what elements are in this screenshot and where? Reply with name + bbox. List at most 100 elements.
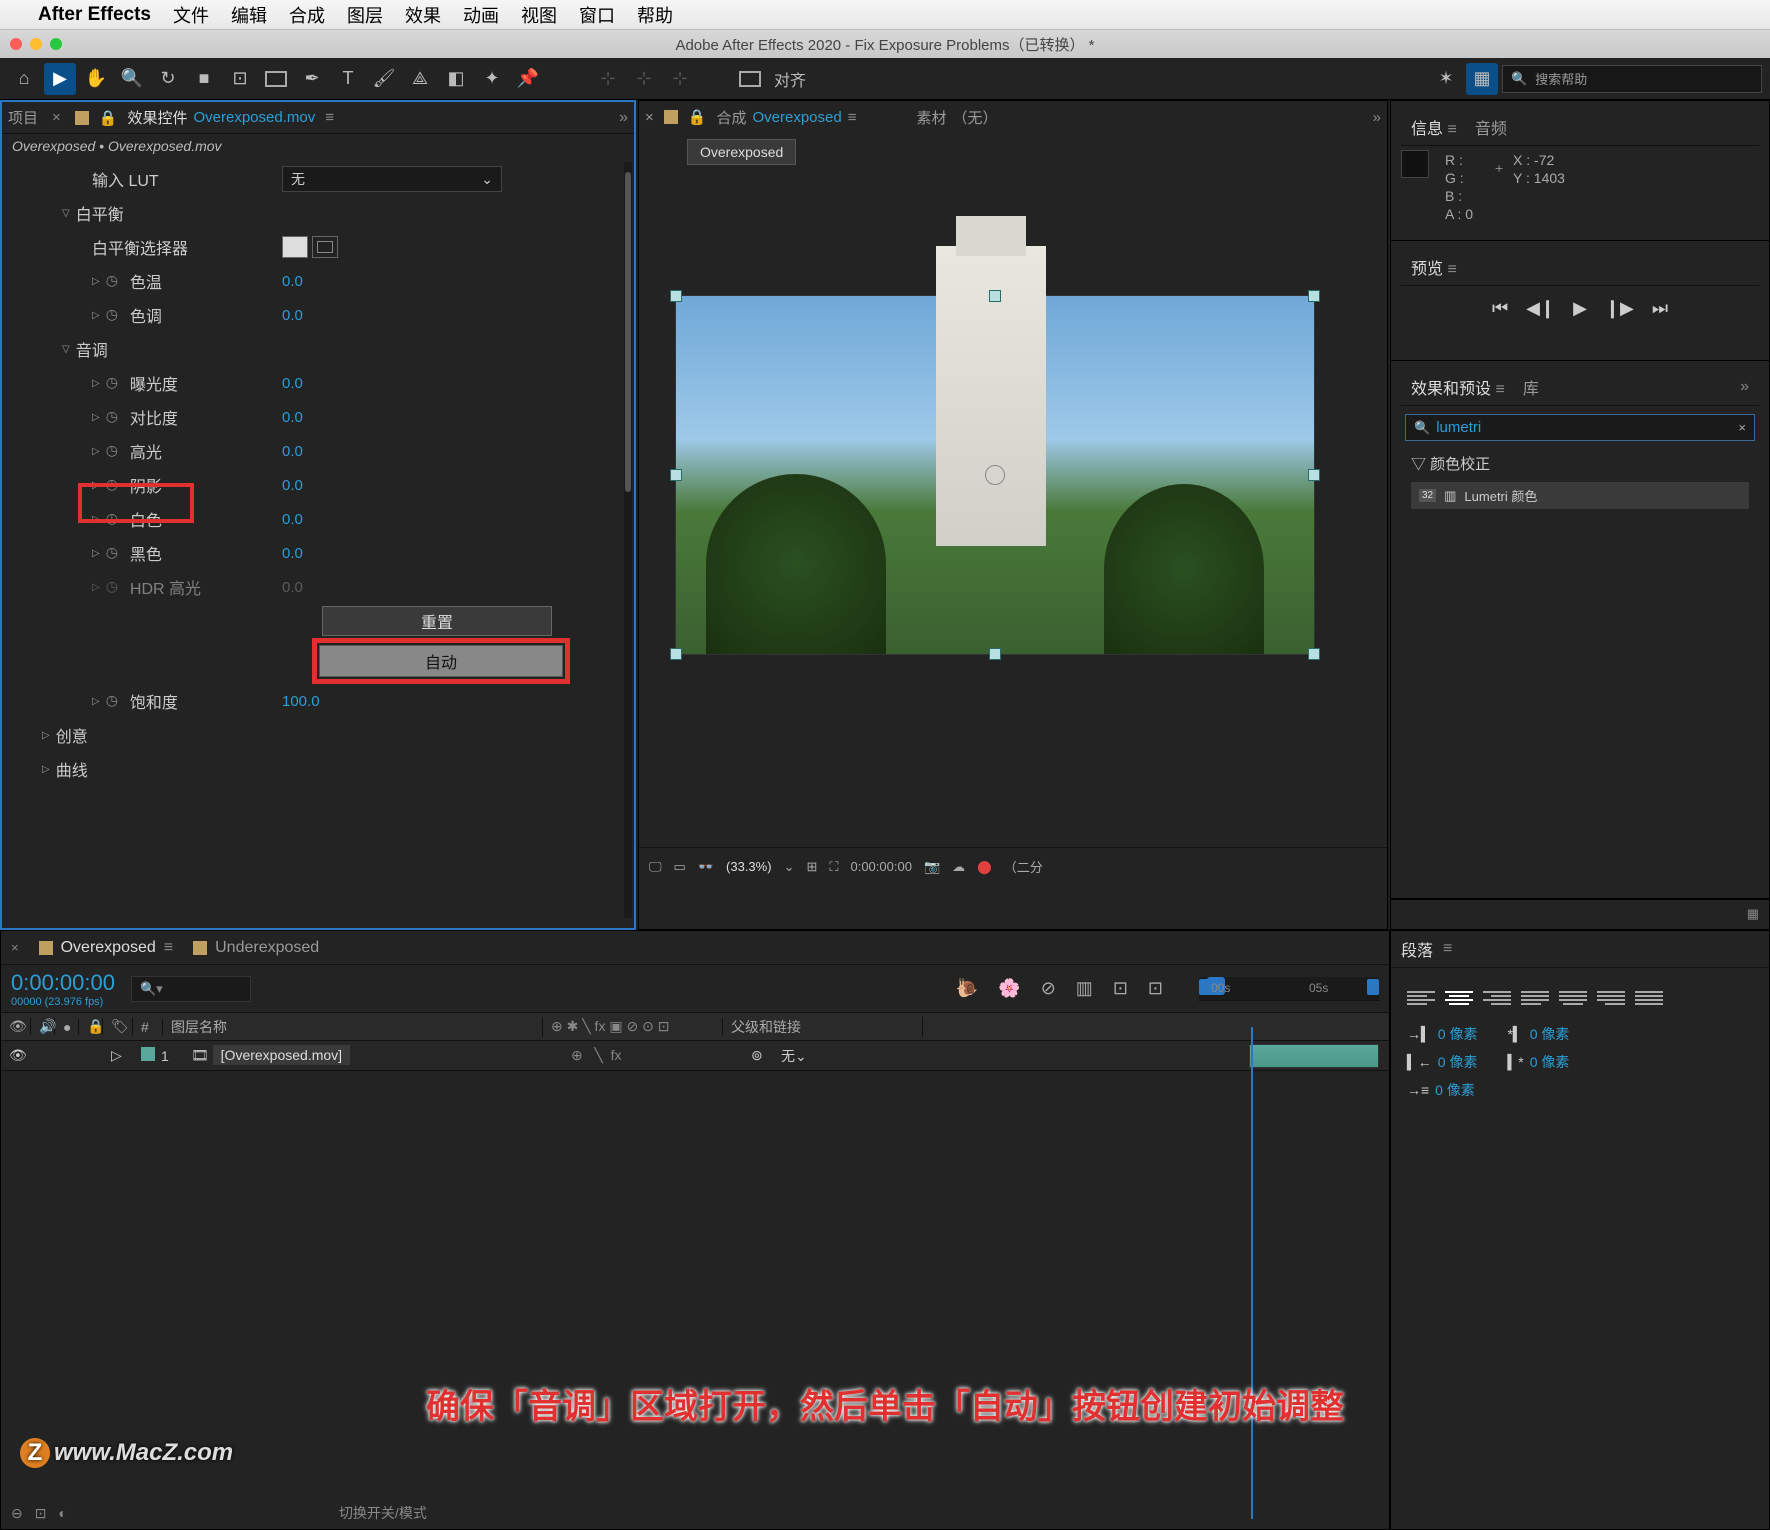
close-window-icon[interactable] xyxy=(10,38,22,50)
highlights-label[interactable]: ▷ 高光 xyxy=(12,439,282,463)
shadows-value[interactable]: 0.0 xyxy=(282,477,303,494)
transform-handle[interactable] xyxy=(670,290,682,302)
pen-tool-icon[interactable]: ✒ xyxy=(296,63,328,95)
timeline-search[interactable]: 🔍▾ xyxy=(131,976,251,1002)
panel-menu-icon[interactable]: ≡ xyxy=(325,109,334,126)
pan-behind-tool-icon[interactable]: ⊡ xyxy=(224,63,256,95)
toggle-switches-label[interactable]: 切换开关/模式 xyxy=(339,1503,427,1523)
tone-group[interactable]: ▽ 音调 xyxy=(12,337,282,361)
col-audio-icon[interactable]: 🔊 xyxy=(31,1018,55,1035)
curves-group[interactable]: ▷ 曲线 xyxy=(12,757,282,781)
col-label-icon[interactable]: 🏷 xyxy=(103,1018,133,1035)
contrast-value[interactable]: 0.0 xyxy=(282,409,303,426)
effect-target-link[interactable]: Overexposed.mov xyxy=(193,109,315,126)
maximize-window-icon[interactable] xyxy=(50,38,62,50)
expand-icon[interactable]: ▷ xyxy=(103,1047,133,1064)
tree-item-lumetri[interactable]: 32 ▥ Lumetri 颜色 xyxy=(1411,482,1749,509)
blacks-label[interactable]: ▷ 黑色 xyxy=(12,541,282,565)
menu-file[interactable]: 文件 xyxy=(173,2,209,28)
justify-last-right-icon[interactable] xyxy=(1597,986,1625,1010)
menu-effect[interactable]: 效果 xyxy=(405,2,441,28)
shadows-label[interactable]: ▷ 阴影 xyxy=(12,473,282,497)
menu-window[interactable]: 窗口 xyxy=(579,2,615,28)
layer-name[interactable]: [Overexposed.mov] xyxy=(213,1045,350,1065)
grid-icon[interactable]: ⊞ xyxy=(806,859,817,875)
panel-menu-icon[interactable]: ≡ xyxy=(1443,940,1452,958)
frame-blend-icon[interactable]: 🌸 xyxy=(998,978,1020,999)
col-solo-icon[interactable]: ● xyxy=(55,1019,79,1035)
current-time[interactable]: 0:00:00:00 xyxy=(850,859,911,874)
roto-brush-tool-icon[interactable]: ✦ xyxy=(476,63,508,95)
overflow-icon[interactable]: » xyxy=(619,109,628,127)
work-area-end[interactable] xyxy=(1367,979,1379,995)
menu-view[interactable]: 视图 xyxy=(521,2,557,28)
space-before[interactable]: *▍0 像素 xyxy=(1507,1024,1569,1044)
col-visibility-icon[interactable]: 👁 xyxy=(1,1018,31,1035)
orbit-tool-icon[interactable]: ↻ xyxy=(152,63,184,95)
transform-handle[interactable] xyxy=(670,648,682,660)
transform-handle[interactable] xyxy=(989,290,1001,302)
clear-search-icon[interactable]: × xyxy=(1738,420,1746,435)
last-frame-icon[interactable]: ⏭ xyxy=(1652,298,1668,319)
zoom-tool-icon[interactable]: 🔍 xyxy=(116,63,148,95)
saturation-label[interactable]: ▷ 饱和度 xyxy=(12,689,282,713)
timeline-tab-inactive[interactable]: Underexposed xyxy=(193,939,319,957)
tab-audio[interactable]: 音频 xyxy=(1475,115,1507,139)
snapshot-icon[interactable]: 📷 xyxy=(924,859,940,875)
clone-stamp-tool-icon[interactable]: ⟁ xyxy=(404,63,436,95)
col-lock-icon[interactable]: 🔒 xyxy=(79,1018,103,1035)
rectangle-tool-icon[interactable] xyxy=(260,63,292,95)
minimize-window-icon[interactable] xyxy=(30,38,42,50)
toggle-switches-icon[interactable]: ⊡ xyxy=(35,1505,47,1522)
highlights-value[interactable]: 0.0 xyxy=(282,443,303,460)
hand-tool-icon[interactable]: ✋ xyxy=(80,63,112,95)
resolution-label[interactable]: （二分 xyxy=(1004,857,1043,876)
white-balance-group[interactable]: ▽ 白平衡 xyxy=(12,201,282,225)
comp-chip[interactable]: Overexposed xyxy=(687,139,796,165)
resolution-icon[interactable]: ▭ xyxy=(674,859,686,875)
prev-frame-icon[interactable]: ◀❙ xyxy=(1526,298,1555,319)
temperature-value[interactable]: 0.0 xyxy=(282,273,303,290)
show-channel-icon[interactable]: ☁ xyxy=(952,859,965,875)
workspace-icon[interactable]: ✶ xyxy=(1430,63,1462,95)
exposure-label[interactable]: ▷ 曝光度 xyxy=(12,371,282,395)
motion-blur-icon[interactable]: ⊘ xyxy=(1041,978,1056,999)
overflow-icon[interactable]: » xyxy=(1373,109,1381,126)
play-icon[interactable]: ▶ xyxy=(1573,298,1587,319)
transform-handle[interactable] xyxy=(1308,648,1320,660)
effect-scrollbar[interactable] xyxy=(624,162,632,918)
tint-value[interactable]: 0.0 xyxy=(282,307,303,324)
reset-button[interactable]: 重置 xyxy=(322,606,552,636)
frame-blend-icon[interactable]: ◐ xyxy=(58,1505,66,1521)
axis-view-icon[interactable]: ⊹ xyxy=(664,63,696,95)
selection-tool-icon[interactable]: ▶ xyxy=(44,63,76,95)
eraser-tool-icon[interactable]: ◧ xyxy=(440,63,472,95)
menu-edit[interactable]: 编辑 xyxy=(231,2,267,28)
wb-selector-swatch[interactable] xyxy=(282,236,338,258)
transform-handle[interactable] xyxy=(670,469,682,481)
menu-animation[interactable]: 动画 xyxy=(463,2,499,28)
panel-menu-icon[interactable]: ≡ xyxy=(848,109,857,126)
draft-3d-icon[interactable]: ⊡ xyxy=(1113,978,1128,999)
shy-icon[interactable]: 🐌 xyxy=(956,978,978,999)
tab-project[interactable]: 项目 xyxy=(8,107,38,128)
work-area-start[interactable] xyxy=(1199,979,1211,995)
transform-handle[interactable] xyxy=(989,648,1001,660)
effects-search-input[interactable] xyxy=(1436,419,1738,436)
tree-group-color[interactable]: ▽ 颜色校正 xyxy=(1401,449,1759,478)
type-tool-icon[interactable]: T xyxy=(332,63,364,95)
playhead-line[interactable] xyxy=(1251,1027,1253,1519)
current-timecode[interactable]: 0:00:00:00 xyxy=(11,970,115,995)
tab-library[interactable]: 库 xyxy=(1523,375,1539,399)
magnification-icon[interactable]: 🖵 xyxy=(649,859,662,875)
tab-info[interactable]: 信息 ≡ xyxy=(1411,115,1457,139)
menu-composition[interactable]: 合成 xyxy=(289,2,325,28)
blacks-value[interactable]: 0.0 xyxy=(282,545,303,562)
layer-row[interactable]: 👁 ▷ 1 🎞 [Overexposed.mov] ⊕ ╲ fx ⊚ 无⌄ xyxy=(1,1041,1389,1071)
indent-left[interactable]: →▍0 像素 xyxy=(1407,1024,1477,1044)
layer-track-bar[interactable] xyxy=(1249,1044,1379,1068)
home-icon[interactable]: ⌂ xyxy=(8,63,40,95)
whites-label[interactable]: ▷ 白色 xyxy=(12,507,282,531)
color-management-icon[interactable]: ⬤ xyxy=(977,859,992,875)
lock-icon[interactable]: 🔒 xyxy=(688,108,707,126)
